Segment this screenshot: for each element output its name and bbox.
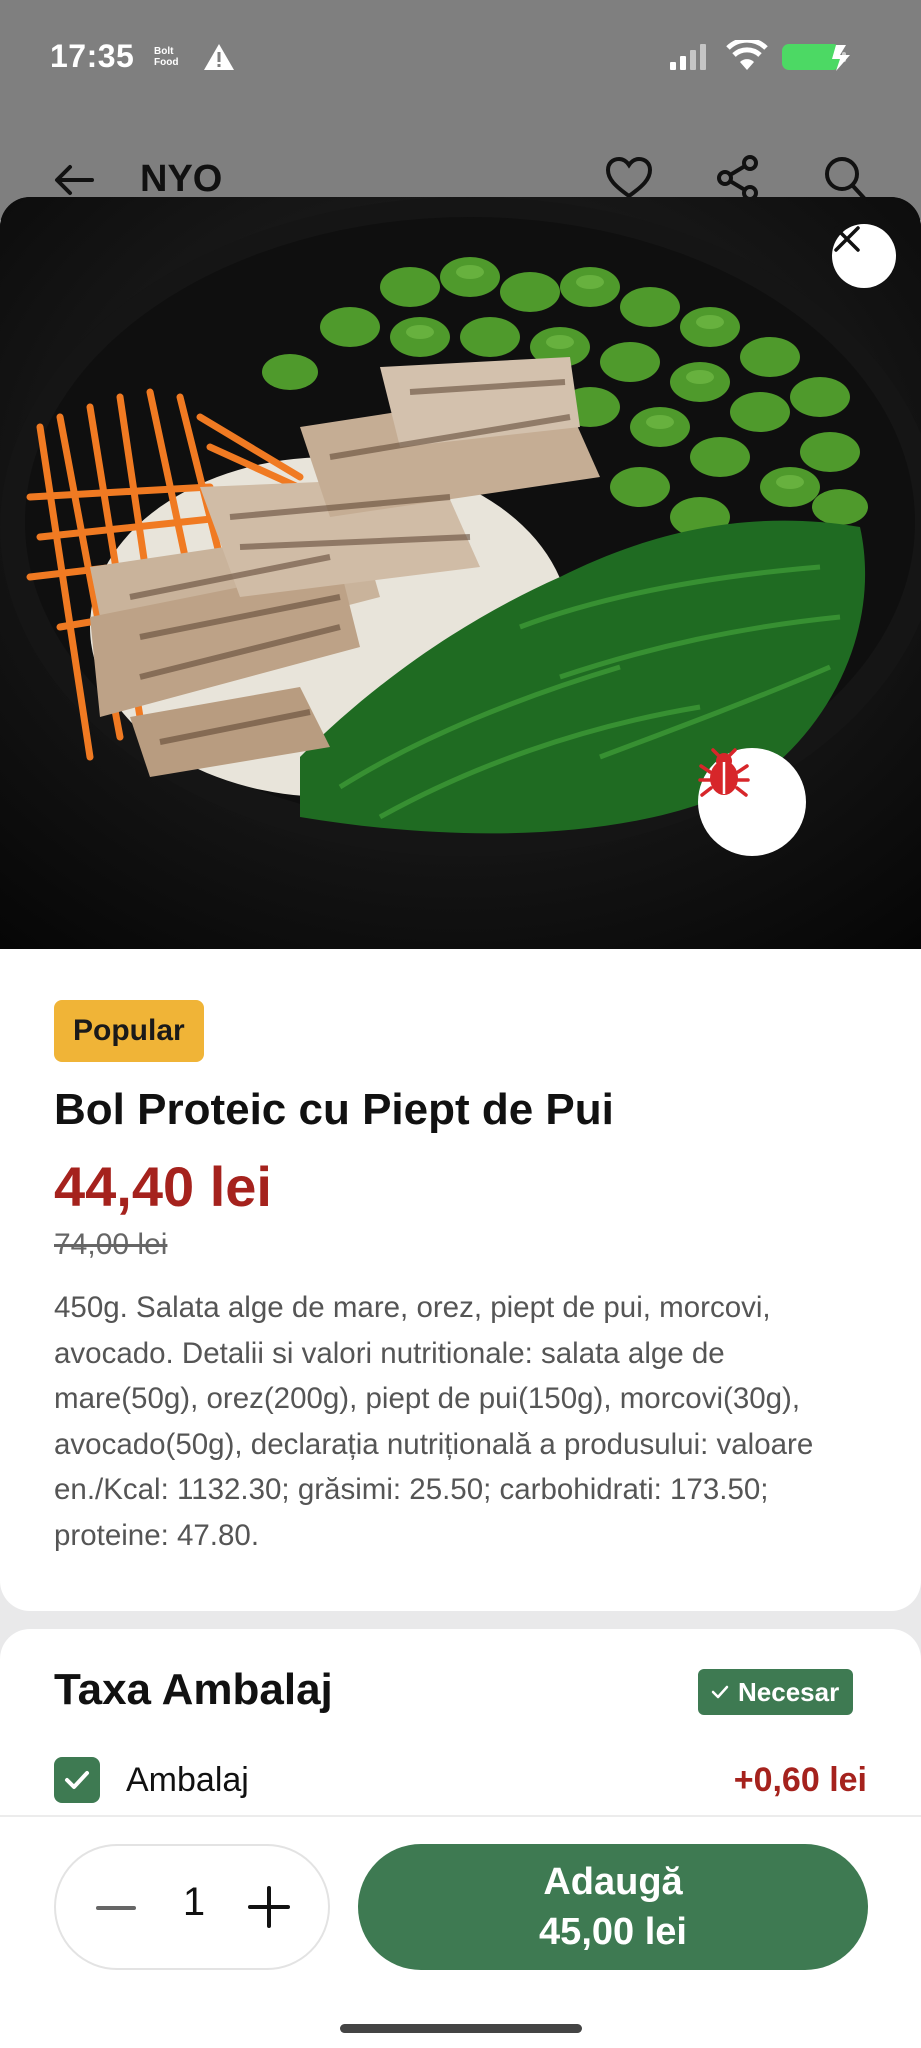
wifi-icon: [726, 40, 768, 70]
popular-badge: Popular: [54, 1000, 204, 1062]
signal-icon: [670, 44, 706, 70]
status-bar: 17:35 Bolt Food: [0, 0, 921, 110]
option-label: Ambalaj: [126, 1761, 249, 1799]
home-indicator: [340, 2024, 582, 2033]
battery-charging-icon: [782, 44, 850, 71]
add-button-total: 45,00 lei: [539, 1911, 687, 1953]
warning-icon: [204, 44, 234, 70]
product-title: Bol Proteic cu Piept de Pui: [54, 1085, 614, 1134]
option-price: +0,60 lei: [733, 1761, 867, 1799]
required-badge: Necesar: [698, 1669, 854, 1715]
status-time: 17:35: [50, 38, 135, 74]
plus-icon[interactable]: [246, 1884, 292, 1930]
minus-icon[interactable]: [94, 1886, 138, 1930]
close-icon: [834, 226, 860, 252]
close-button[interactable]: [832, 224, 896, 288]
options-title: Taxa Ambalaj: [54, 1665, 333, 1714]
check-icon: [711, 1685, 729, 1699]
bolt-food-status-logo: Bolt Food: [154, 46, 179, 68]
restaurant-title: NYO: [140, 158, 223, 200]
product-image: [0, 197, 921, 949]
required-label: Necesar: [738, 1676, 840, 1707]
option-item-ambalaj[interactable]: Ambalaj +0,60 lei: [54, 1757, 867, 1805]
add-button-label: Adaugă: [543, 1861, 683, 1903]
product-description: 450g. Salata alge de mare, orez, piept d…: [54, 1291, 814, 1552]
quantity-stepper: 1: [54, 1844, 330, 1970]
quantity-value: 1: [182, 1880, 206, 1924]
share-icon: [717, 155, 758, 201]
heart-icon: [605, 156, 653, 199]
product-sheet: Popular Bol Proteic cu Piept de Pui 44,4…: [0, 197, 921, 2048]
option-checkbox[interactable]: [54, 1757, 100, 1803]
checkmark-icon: [65, 1771, 89, 1789]
search-icon: [825, 157, 866, 200]
add-to-cart-button[interactable]: Adaugă 45,00 lei: [358, 1844, 868, 1970]
report-issue-button[interactable]: [698, 748, 806, 856]
product-info-card: Popular Bol Proteic cu Piept de Pui 44,4…: [0, 949, 921, 1611]
bug-icon: [698, 748, 750, 797]
original-price: 74,00 lei: [54, 1228, 168, 1261]
background-screen: 17:35 Bolt Food NYO: [0, 0, 921, 220]
back-arrow-icon: [55, 165, 94, 195]
bottom-action-bar: 1 Adaugă 45,00 lei: [0, 1815, 921, 2048]
current-price: 44,40 lei: [54, 1155, 272, 1218]
